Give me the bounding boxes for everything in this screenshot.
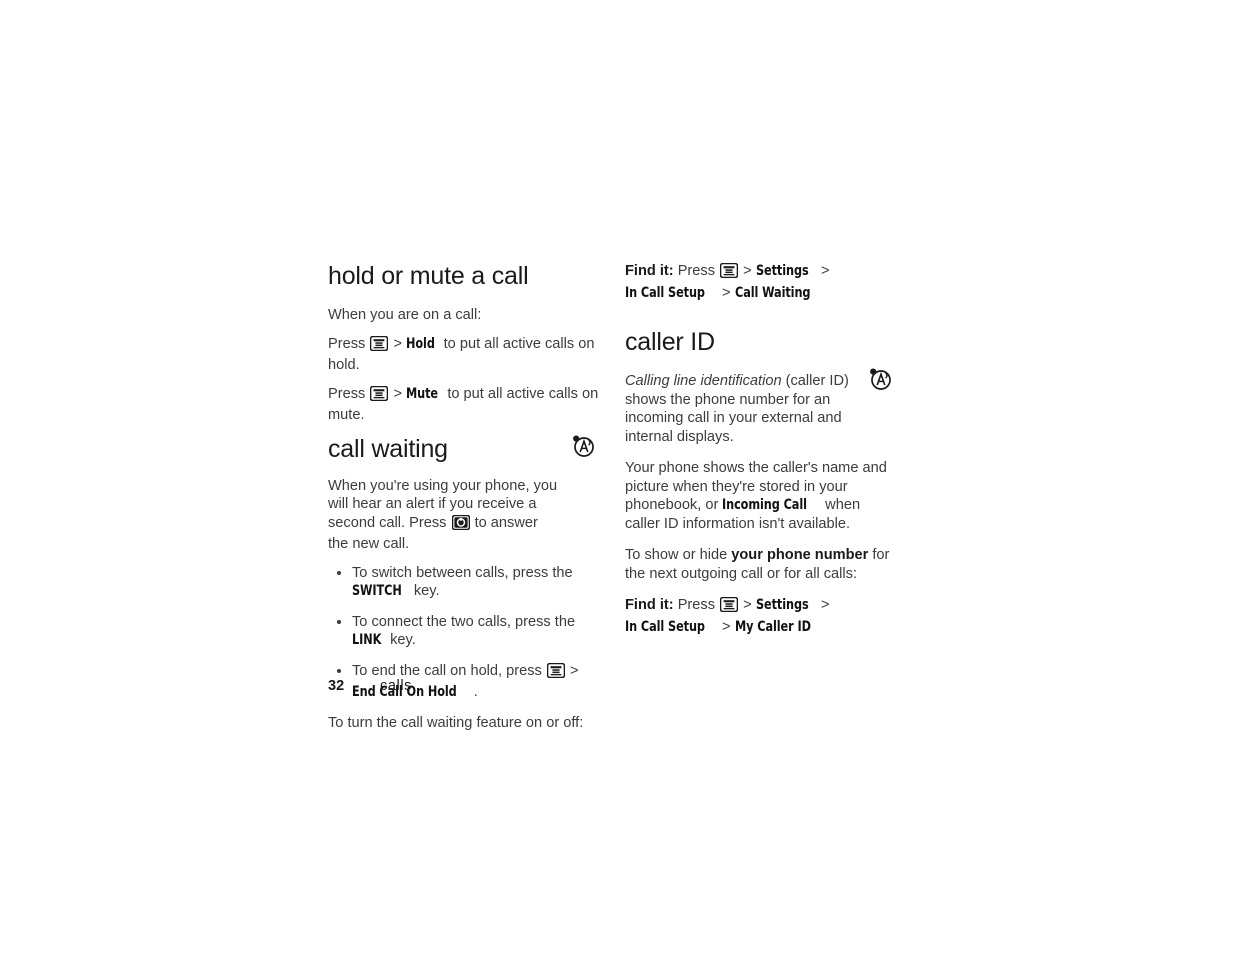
menu-key-icon: [370, 385, 389, 407]
hold-instruction-tail: to put all active calls on hold.: [328, 335, 595, 374]
findit-call-waiting: Find it: Press > Settings > In Call Setu…: [625, 262, 897, 302]
bullet-menu-label: LINK: [352, 631, 382, 648]
findit-separator-1: >: [743, 597, 752, 613]
bullet-dot-icon: [337, 619, 341, 624]
hold-instruction-line: Press > Hold to put all active calls on …: [328, 335, 600, 375]
findit-label: Find it:: [625, 597, 674, 613]
call-waiting-intro: When you're using your phone, you will h…: [328, 477, 560, 554]
hold-menu-label: Hold: [406, 334, 435, 352]
findit-separator-2: >: [820, 263, 830, 279]
mute-press-word: Press: [328, 385, 366, 402]
bullet-separator: >: [569, 662, 579, 679]
incoming-call-menu-label: Incoming Call: [722, 496, 808, 513]
list-item: To connect the two calls, press the LINK…: [328, 613, 600, 650]
list-item: To switch between calls, press the SWITC…: [328, 564, 600, 601]
hold-separator: >: [393, 335, 402, 352]
mute-separator: >: [393, 385, 402, 402]
network-feature-icon: [570, 432, 596, 458]
bullet-text-tail: key.: [390, 632, 416, 648]
findit-separator-3: >: [722, 618, 731, 635]
bullet-dot-icon: [337, 570, 341, 575]
menu-key-icon: [719, 596, 739, 618]
findit-menu-item-settings: Settings: [755, 596, 809, 613]
findit-separator-1: >: [743, 263, 752, 279]
findit-label: Find it:: [625, 263, 674, 279]
heading-caller-id: caller ID: [625, 328, 715, 356]
footer-section-name: calls: [380, 678, 413, 694]
show-hide-bold-phrase: your phone number: [731, 547, 869, 563]
bullet-text: To connect the two calls, press the: [352, 613, 576, 630]
heading-hold-or-mute-a-call: hold or mute a call: [328, 262, 529, 290]
findit-separator-2: >: [820, 597, 830, 613]
menu-key-icon: [370, 335, 389, 357]
call-waiting-closing-line: To turn the call waiting feature on or o…: [328, 714, 584, 731]
page-number: 32: [328, 678, 345, 694]
bullet-menu-label: SWITCH: [352, 582, 402, 599]
findit-separator-3: >: [722, 284, 731, 301]
bullet-dot-icon: [337, 668, 341, 673]
findit-press-word: Press: [677, 597, 716, 613]
findit-menu-item-in-call-setup: In Call Setup: [625, 283, 705, 301]
menu-key-icon: [719, 262, 739, 284]
send-call-key-icon: [451, 514, 470, 536]
bullet-period: .: [473, 684, 478, 700]
heading-call-waiting: call waiting: [328, 434, 448, 463]
caller-id-behavior: Your phone shows the caller's name and p…: [625, 459, 897, 533]
findit-menu-item-call-waiting: Call Waiting: [734, 283, 811, 301]
show-hide-pre: To show or hide: [625, 547, 728, 563]
caller-id-italic-term: Calling line identification: [625, 373, 782, 389]
bullet-text: To switch between calls, press the: [352, 564, 573, 581]
findit-menu-item-my-caller-id: My Caller ID: [734, 617, 811, 635]
right-column: Find it: Press > Settings > In Call Setu…: [625, 262, 897, 636]
network-feature-icon: [867, 365, 893, 391]
mute-instruction-tail: to put all active calls on mute.: [328, 385, 599, 424]
mute-menu-label: Mute: [406, 384, 439, 402]
caller-id-definition: Calling line identification (caller ID) …: [625, 372, 875, 446]
hold-mute-intro: When you are on a call:: [328, 307, 482, 323]
menu-key-icon: [546, 662, 566, 684]
hold-press-word: Press: [328, 335, 366, 352]
bullet-text-tail: key.: [413, 583, 440, 599]
bullet-text: To end the call on hold, press: [352, 662, 542, 679]
page-footer: 32 calls: [328, 678, 412, 694]
findit-menu-item-settings: Settings: [755, 262, 809, 279]
findit-my-caller-id: Find it: Press > Settings > In Call Setu…: [625, 596, 897, 636]
mute-instruction-line: Press > Mute to put all active calls on …: [328, 385, 600, 425]
manual-page: hold or mute a call When you are on a ca…: [0, 0, 1235, 954]
findit-press-word: Press: [677, 263, 716, 279]
findit-menu-item-in-call-setup: In Call Setup: [625, 617, 705, 635]
left-column: hold or mute a call When you are on a ca…: [328, 262, 600, 732]
caller-id-show-hide: To show or hide your phone number for th…: [625, 546, 897, 583]
